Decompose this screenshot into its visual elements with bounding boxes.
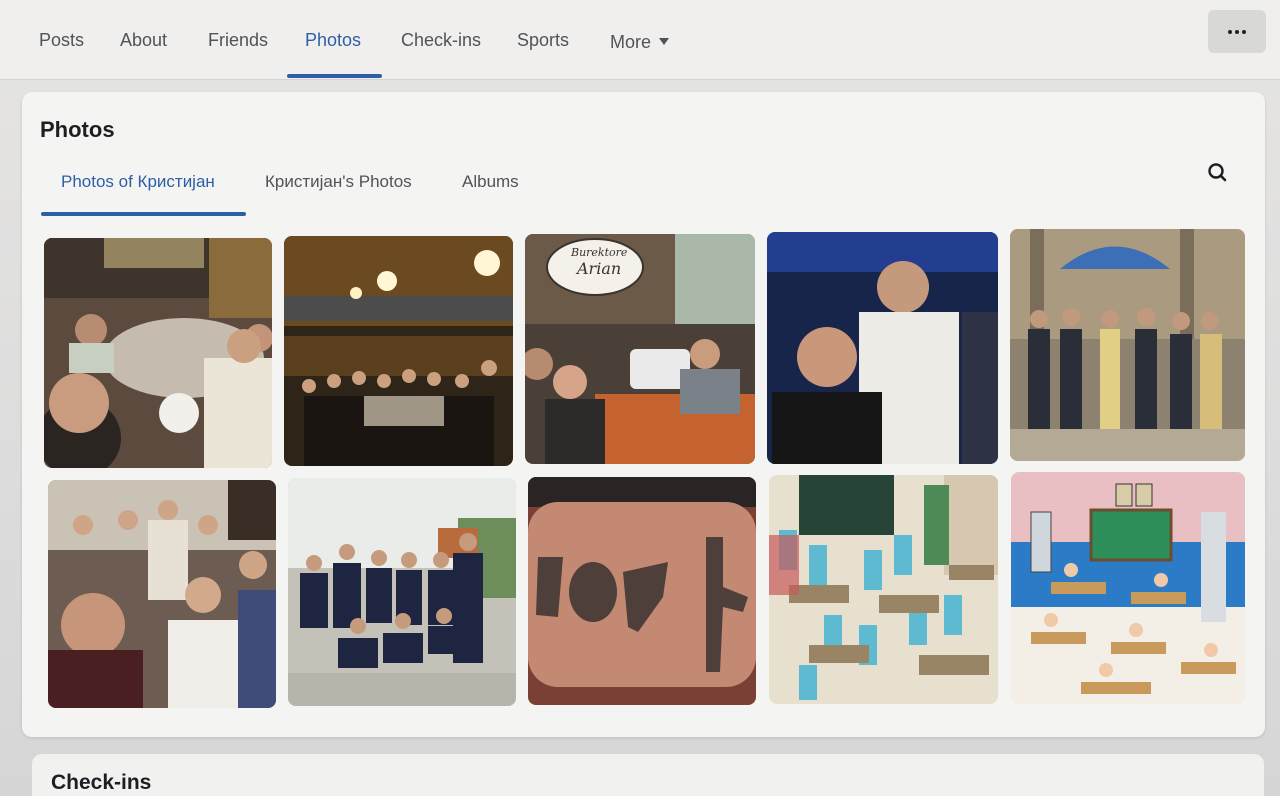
profile-options-button[interactable] xyxy=(1208,10,1266,53)
profile-tabs-bar: Posts About Friends Photos Check-ins Spo… xyxy=(0,0,1280,80)
photo-image xyxy=(284,236,513,466)
photo-image xyxy=(769,475,998,704)
tab-more[interactable]: More xyxy=(610,32,670,53)
photo-thumbnail-6[interactable] xyxy=(48,480,276,708)
tab-about[interactable]: About xyxy=(120,30,167,51)
search-icon xyxy=(1208,163,1227,182)
photo-thumbnail-2[interactable] xyxy=(284,236,513,466)
photo-thumbnail-1[interactable] xyxy=(44,238,272,468)
photo-thumbnail-10[interactable] xyxy=(1011,472,1245,704)
photo-thumbnail-7[interactable] xyxy=(288,478,516,706)
photos-section-title: Photos xyxy=(40,117,115,142)
svg-text:Arian: Arian xyxy=(575,259,621,278)
photo-search-button[interactable] xyxy=(1202,158,1232,188)
subtab-photos-of[interactable]: Photos of Кристијан xyxy=(61,172,215,192)
photo-image xyxy=(44,238,272,468)
tab-check-ins[interactable]: Check-ins xyxy=(401,30,481,51)
active-subtab-indicator xyxy=(41,212,246,216)
ellipsis-icon xyxy=(1227,29,1248,34)
subtab-albums[interactable]: Albums xyxy=(462,172,519,192)
photo-thumbnail-4[interactable] xyxy=(767,232,998,464)
tab-friends[interactable]: Friends xyxy=(208,30,268,51)
photo-thumbnail-5[interactable] xyxy=(1010,229,1245,461)
photo-image: Burektore Arian xyxy=(525,234,755,464)
tab-posts[interactable]: Posts xyxy=(39,30,84,51)
check-ins-title: Check-ins xyxy=(51,771,152,794)
chevron-down-icon xyxy=(659,37,670,45)
photo-image xyxy=(48,480,276,708)
photo-image xyxy=(1011,472,1245,704)
tab-sports[interactable]: Sports xyxy=(517,30,569,51)
svg-text:Burektore: Burektore xyxy=(570,246,628,259)
photo-image xyxy=(528,477,756,705)
photo-image xyxy=(288,478,516,706)
check-ins-card xyxy=(32,754,1264,796)
tab-more-label: More xyxy=(610,32,652,52)
photo-thumbnail-8[interactable] xyxy=(528,477,756,705)
tab-photos[interactable]: Photos xyxy=(305,30,361,51)
photo-image xyxy=(1010,229,1245,461)
photo-image xyxy=(767,232,998,464)
photo-thumbnail-9[interactable] xyxy=(769,475,998,704)
photo-thumbnail-3[interactable]: Burektore Arian xyxy=(525,234,755,464)
subtab-user-photos[interactable]: Кристијан's Photos xyxy=(265,172,412,192)
active-tab-indicator xyxy=(287,74,382,78)
